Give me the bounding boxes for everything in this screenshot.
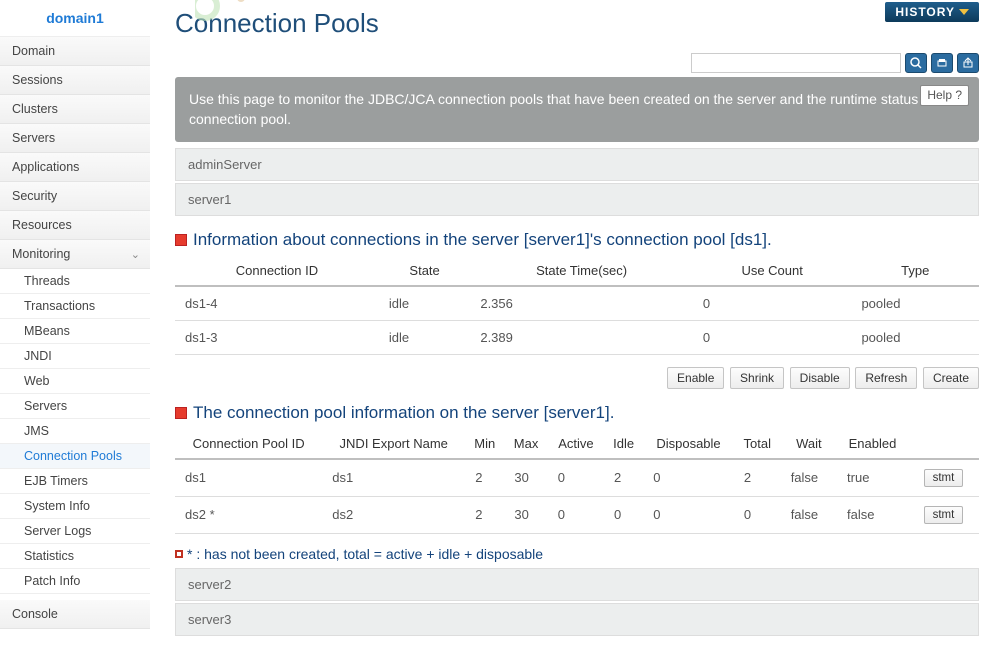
col-state: State [379, 256, 470, 286]
footnote-marker-icon [175, 550, 183, 558]
col-pool-id: Connection Pool ID [175, 429, 322, 459]
print-icon[interactable] [931, 53, 953, 73]
domain-title[interactable]: domain1 [0, 0, 150, 37]
footnote: * : has not been created, total = active… [175, 546, 979, 562]
search-icon[interactable] [905, 53, 927, 73]
server-row-admin[interactable]: adminServer [175, 148, 979, 181]
nav-sessions[interactable]: Sessions [0, 66, 150, 95]
nav-domain[interactable]: Domain [0, 37, 150, 66]
chevron-down-icon: ⌄ [131, 248, 140, 261]
col-max: Max [504, 429, 547, 459]
banner-text: Use this page to monitor the JDBC/JCA co… [189, 91, 945, 127]
section-marker-icon [175, 407, 187, 419]
main-content: HISTORY Connection Pools Use this page t [150, 0, 989, 656]
subnav-statistics[interactable]: Statistics [0, 544, 150, 569]
enable-button[interactable]: Enable [667, 367, 724, 389]
col-wait: Wait [781, 429, 837, 459]
top-toolbar [175, 53, 979, 73]
server-row-server3[interactable]: server3 [175, 603, 979, 636]
refresh-button[interactable]: Refresh [855, 367, 917, 389]
col-enabled: Enabled [837, 429, 908, 459]
nav-resources[interactable]: Resources [0, 211, 150, 240]
info-banner: Use this page to monitor the JDBC/JCA co… [175, 77, 979, 142]
subnav-servers[interactable]: Servers [0, 394, 150, 419]
subnav-threads[interactable]: Threads [0, 269, 150, 294]
connections-table: Connection ID State State Time(sec) Use … [175, 256, 979, 355]
action-buttons: Enable Shrink Disable Refresh Create [175, 367, 979, 389]
section2-title-text: The connection pool information on the s… [193, 403, 614, 423]
search-input[interactable] [691, 53, 901, 73]
col-active: Active [548, 429, 604, 459]
col-min: Min [465, 429, 504, 459]
section1-title: Information about connections in the ser… [175, 230, 979, 250]
subnav-ejb-timers[interactable]: EJB Timers [0, 469, 150, 494]
server-row-server2[interactable]: server2 [175, 568, 979, 601]
col-total: Total [734, 429, 781, 459]
col-type: Type [851, 256, 979, 286]
page-title-text: Connection Pools [175, 8, 379, 38]
export-icon[interactable] [957, 53, 979, 73]
subnav-server-logs[interactable]: Server Logs [0, 519, 150, 544]
subnav-jndi[interactable]: JNDI [0, 344, 150, 369]
col-use-count: Use Count [693, 256, 852, 286]
col-idle: Idle [604, 429, 643, 459]
col-connection-id: Connection ID [175, 256, 379, 286]
table-row[interactable]: ds2 * ds2 2 30 0 0 0 0 false false stmt [175, 496, 979, 533]
nav-console[interactable]: Console [0, 600, 150, 629]
help-button[interactable]: Help ? [920, 85, 969, 106]
subnav-connection-pools[interactable]: Connection Pools [0, 444, 150, 469]
nav-servers[interactable]: Servers [0, 124, 150, 153]
monitoring-subnav: Threads Transactions MBeans JNDI Web Ser… [0, 269, 150, 594]
pools-table: Connection Pool ID JNDI Export Name Min … [175, 429, 979, 534]
nav-monitoring-label: Monitoring [12, 247, 70, 261]
section1-title-text: Information about connections in the ser… [193, 230, 772, 250]
section2-title: The connection pool information on the s… [175, 403, 979, 423]
page-title: Connection Pools [175, 0, 979, 53]
nav-monitoring[interactable]: Monitoring ⌄ [0, 240, 150, 269]
sidebar: domain1 Domain Sessions Clusters Servers… [0, 0, 150, 656]
stmt-button[interactable]: stmt [924, 469, 964, 487]
subnav-transactions[interactable]: Transactions [0, 294, 150, 319]
subnav-system-info[interactable]: System Info [0, 494, 150, 519]
subnav-mbeans[interactable]: MBeans [0, 319, 150, 344]
stmt-button[interactable]: stmt [924, 506, 964, 524]
subnav-patch-info[interactable]: Patch Info [0, 569, 150, 594]
disable-button[interactable]: Disable [790, 367, 850, 389]
col-disposable: Disposable [643, 429, 734, 459]
table-row[interactable]: ds1-3 idle 2.389 0 pooled [175, 320, 979, 354]
nav-security[interactable]: Security [0, 182, 150, 211]
col-stmt [908, 429, 979, 459]
table-row[interactable]: ds1 ds1 2 30 0 2 0 2 false true stmt [175, 459, 979, 497]
table-row[interactable]: ds1-4 idle 2.356 0 pooled [175, 286, 979, 321]
subnav-jms[interactable]: JMS [0, 419, 150, 444]
col-state-time: State Time(sec) [470, 256, 693, 286]
nav-clusters[interactable]: Clusters [0, 95, 150, 124]
col-jndi: JNDI Export Name [322, 429, 465, 459]
shrink-button[interactable]: Shrink [730, 367, 784, 389]
subnav-web[interactable]: Web [0, 369, 150, 394]
server-row-server1[interactable]: server1 [175, 183, 979, 216]
nav-applications[interactable]: Applications [0, 153, 150, 182]
footnote-text: * : has not been created, total = active… [187, 546, 543, 562]
create-button[interactable]: Create [923, 367, 979, 389]
section-marker-icon [175, 234, 187, 246]
